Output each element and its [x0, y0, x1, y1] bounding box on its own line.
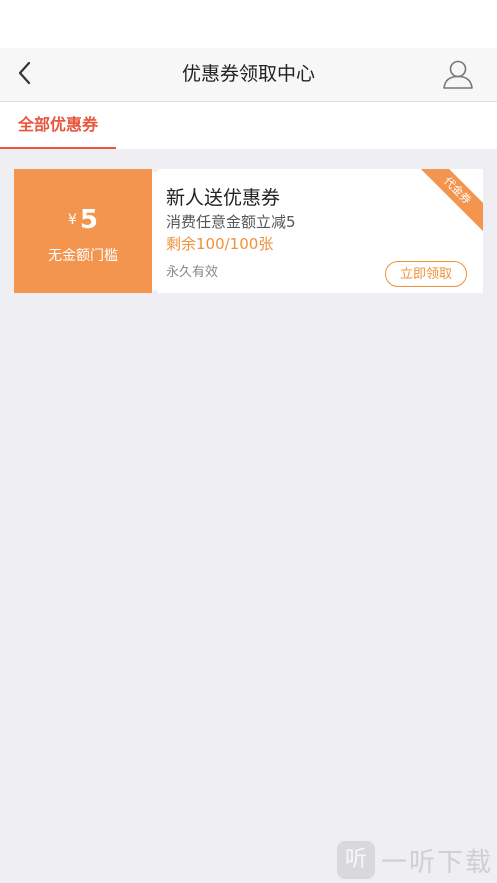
user-button[interactable]	[441, 57, 475, 91]
coupon-list: ¥5 无金额门槛 新人送优惠券 消费任意金额立减5 剩余100/100张 永久有…	[0, 149, 497, 293]
coupon-description: 消费任意金额立减5	[166, 213, 296, 231]
page-title: 优惠券领取中心	[181, 63, 315, 85]
coupon-remaining: 剩余100/100张	[166, 235, 274, 253]
tab-all-coupons[interactable]: 全部优惠券	[0, 102, 116, 149]
coupon-card: ¥5 无金额门槛 新人送优惠券 消费任意金额立减5 剩余100/100张 永久有…	[10, 169, 483, 293]
coupon-amount-row: ¥5	[14, 205, 152, 235]
watermark-logo-icon: 听	[336, 841, 375, 879]
status-bar	[0, 0, 497, 48]
coupon-value-panel: ¥5 无金额门槛	[10, 169, 152, 293]
coupon-info-panel: 新人送优惠券 消费任意金额立减5 剩余100/100张 永久有效 立即领取 代金…	[158, 169, 483, 293]
nav-bar: 优惠券领取中心	[0, 48, 497, 102]
watermark-text: 一听下载	[380, 847, 493, 878]
watermark: 听 一听下载	[336, 841, 493, 879]
user-icon	[443, 60, 473, 89]
coupon-threshold: 无金额门槛	[48, 248, 118, 264]
claim-button[interactable]: 立即领取	[385, 261, 467, 287]
coupon-type-ribbon: 代金券	[407, 169, 483, 241]
coupon-validity: 永久有效	[166, 265, 219, 280]
currency-symbol: ¥	[67, 212, 77, 228]
coupon-name: 新人送优惠券	[166, 187, 281, 209]
coupon-amount: 5	[79, 205, 98, 235]
tab-bar: 全部优惠券	[0, 102, 497, 149]
